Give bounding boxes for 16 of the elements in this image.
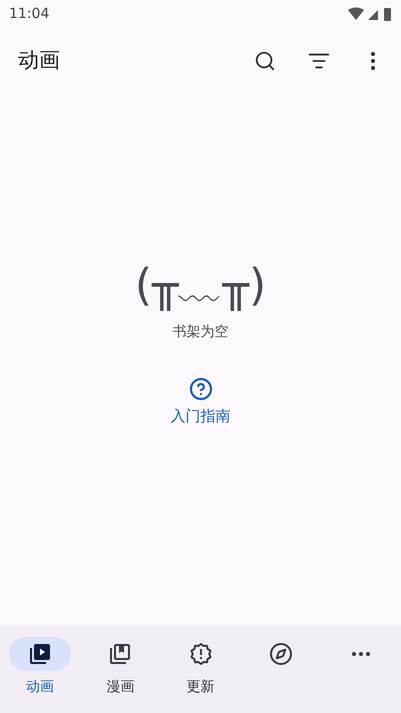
nav-tab[interactable]: 动画 bbox=[0, 637, 80, 698]
status-icons bbox=[348, 7, 392, 21]
empty-message: 书架为空 bbox=[172, 323, 228, 342]
nav-tab[interactable]: 更新 bbox=[160, 637, 241, 698]
page-title: 动画 bbox=[18, 47, 61, 74]
vertical-dots-icon bbox=[371, 52, 375, 70]
book-library-icon bbox=[108, 642, 132, 666]
compass-icon bbox=[268, 642, 293, 666]
guide-link[interactable]: 入门指南 bbox=[170, 377, 230, 428]
nav-tab[interactable]: 漫画 bbox=[80, 637, 160, 698]
alert-badge-icon bbox=[188, 642, 212, 666]
search-icon bbox=[254, 50, 276, 72]
help-icon bbox=[188, 377, 212, 401]
video-library-icon bbox=[28, 642, 52, 666]
more-icon bbox=[352, 652, 370, 656]
status-time: 11:04 bbox=[9, 4, 50, 24]
